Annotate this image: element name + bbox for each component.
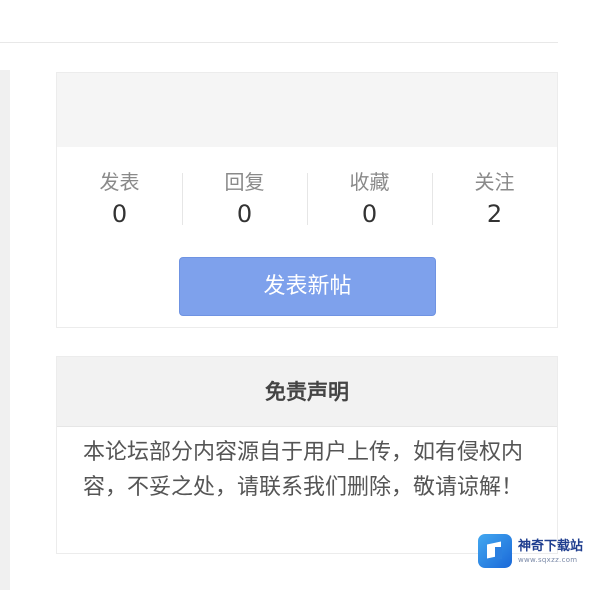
stat-value: 0 [236,200,253,228]
stat-label: 发表 [99,170,140,194]
disclaimer-text: 本论坛部分内容源自于用户上传，如有侵权内容，不妥之处，请联系我们删除，敬请谅解！ [83,440,524,500]
stat-favorites[interactable]: 收藏 0 [307,169,432,231]
disclaimer-title: 免责声明 [57,357,557,427]
watermark-url: www.sqxzz.com [518,555,578,564]
stat-label: 回复 [224,170,265,194]
site-watermark: 神奇下载站 www.sqxzz.com [478,531,596,571]
disclaimer-card: 免责声明 本论坛部分内容源自于用户上传，如有侵权内容，不妥之处，请联系我们删除，… [56,356,558,554]
stats-row: 发表 0 回复 0 收藏 0 关注 2 [57,169,557,231]
stat-posts[interactable]: 发表 0 [57,169,182,231]
stats-card-header [57,73,557,147]
left-column-edge [0,70,10,590]
user-stats-card: 发表 0 回复 0 收藏 0 关注 2 发表新帖 [56,72,558,328]
stat-replies[interactable]: 回复 0 [182,169,307,231]
stat-label: 收藏 [349,170,390,194]
watermark-name: 神奇下载站 [518,538,584,554]
stat-following[interactable]: 关注 2 [432,169,557,231]
top-divider [0,42,558,43]
new-post-button[interactable]: 发表新帖 [179,257,436,316]
stat-value: 0 [361,200,378,228]
watermark-text: 神奇下载站 www.sqxzz.com [518,538,583,565]
stat-label: 关注 [474,170,515,194]
watermark-logo-icon [478,534,512,568]
stat-value: 0 [111,200,128,228]
stat-value: 2 [486,200,503,228]
